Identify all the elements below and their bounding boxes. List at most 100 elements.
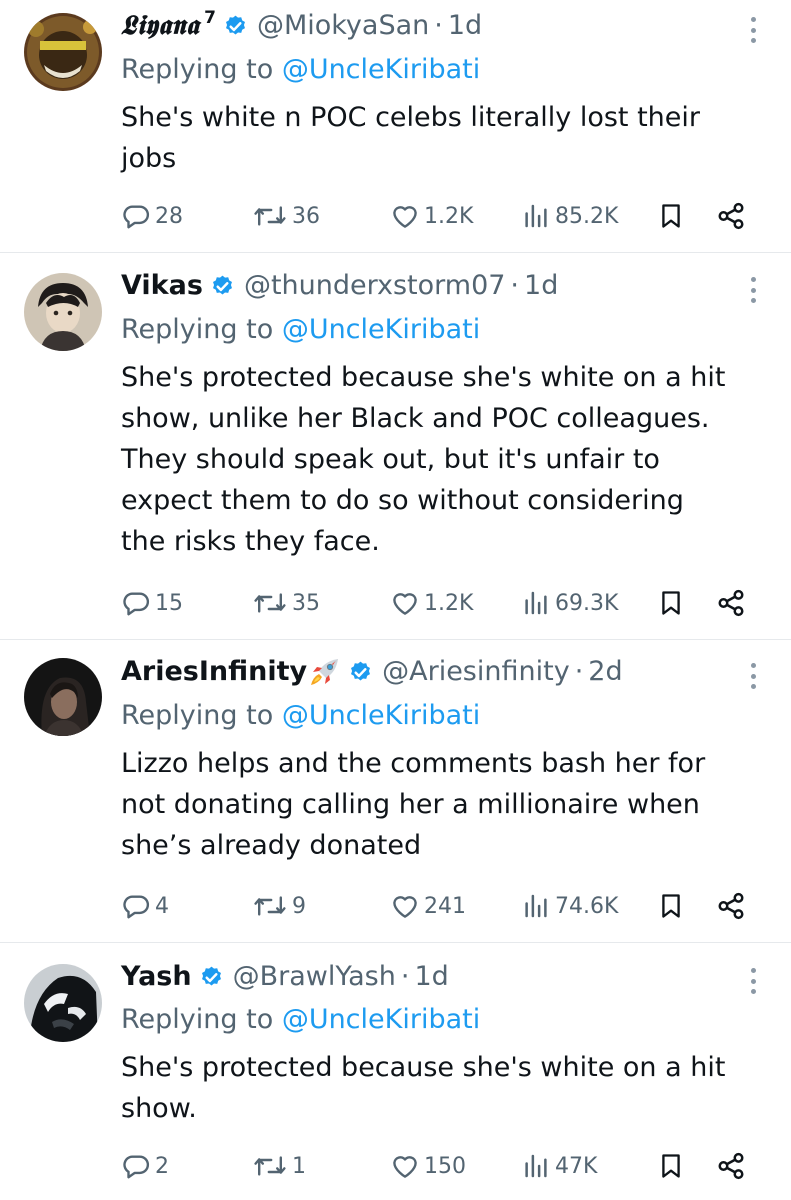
bookmark-button[interactable] — [657, 890, 685, 922]
tweet-text-line: Lizzo helps and the comments bash her fo… — [121, 748, 706, 779]
like-count: 241 — [424, 893, 466, 919]
reply-feed: 𝕷𝖎𝖞𝖆𝖓𝖆 7 @MiokyaSan · 1d Replying to @Un… — [0, 0, 791, 1200]
avatar[interactable] — [24, 658, 102, 736]
share-button[interactable] — [716, 200, 746, 232]
tweet-text: She's protected because she's white on a… — [121, 1047, 771, 1129]
views-button[interactable]: 69.3K — [521, 587, 618, 619]
reply-count: 4 — [155, 893, 169, 919]
replying-to: Replying to @UncleKiribati — [121, 699, 480, 733]
heart-icon — [390, 891, 420, 921]
retweet-count: 9 — [292, 893, 306, 919]
more-options-icon[interactable] — [747, 17, 759, 43]
retweet-button[interactable]: 36 — [252, 200, 320, 232]
more-options-icon[interactable] — [747, 663, 759, 689]
replying-to-label: Replying to — [121, 54, 274, 85]
handle[interactable]: @MiokyaSan — [257, 9, 429, 43]
reply-icon — [121, 588, 151, 618]
reply-count: 15 — [155, 590, 183, 616]
retweet-icon — [252, 588, 288, 618]
action-bar: 2 1 150 47K — [121, 1150, 761, 1182]
retweet-icon — [252, 1151, 288, 1181]
reply-icon — [121, 201, 151, 231]
handle[interactable]: @BrawlYash — [233, 960, 396, 994]
display-name[interactable]: AriesInfinity — [121, 655, 307, 689]
reply-button[interactable]: 28 — [121, 200, 183, 232]
share-button[interactable] — [716, 1150, 746, 1182]
verified-badge-icon — [223, 14, 248, 39]
timestamp[interactable]: 2d — [588, 655, 622, 689]
avatar[interactable] — [24, 273, 102, 351]
retweet-button[interactable]: 9 — [252, 890, 306, 922]
view-count: 69.3K — [555, 590, 619, 616]
reply-button[interactable]: 4 — [121, 890, 169, 922]
like-button[interactable]: 150 — [390, 1150, 466, 1182]
bookmark-icon — [657, 588, 685, 618]
analytics-icon — [521, 588, 551, 618]
timestamp[interactable]: 1d — [448, 9, 482, 43]
reply-mention-link[interactable]: @UncleKiribati — [282, 54, 480, 85]
share-icon — [716, 1151, 746, 1181]
views-button[interactable]: 85.2K — [521, 200, 618, 232]
tweet-text-line: She's protected because she's white on a… — [121, 1052, 726, 1083]
handle[interactable]: @thunderxstorm07 — [244, 269, 505, 303]
reply-mention-link[interactable]: @UncleKiribati — [282, 1004, 480, 1035]
like-count: 150 — [424, 1153, 466, 1179]
display-name-suffix: 7 — [204, 8, 216, 28]
verified-badge-icon — [210, 274, 235, 299]
timestamp[interactable]: 1d — [414, 960, 448, 994]
reply-count: 28 — [155, 203, 183, 229]
timestamp[interactable]: 1d — [524, 269, 558, 303]
reply-button[interactable]: 2 — [121, 1150, 169, 1182]
share-button[interactable] — [716, 890, 746, 922]
reply-mention-link[interactable]: @UncleKiribati — [282, 314, 480, 345]
retweet-button[interactable]: 1 — [252, 1150, 306, 1182]
tweet-text-line: she’s already donated — [121, 830, 422, 861]
retweet-button[interactable]: 35 — [252, 587, 320, 619]
bookmark-button[interactable] — [657, 1150, 685, 1182]
tweet-text: Lizzo helps and the comments bash her fo… — [121, 743, 771, 866]
bookmark-button[interactable] — [657, 200, 685, 232]
views-button[interactable]: 74.6K — [521, 890, 618, 922]
reply-mention-link[interactable]: @UncleKiribati — [282, 700, 480, 731]
heart-icon — [390, 588, 420, 618]
retweet-icon — [252, 201, 288, 231]
tweet-text: She's white n POC celebs literally lost … — [121, 97, 771, 179]
views-button[interactable]: 47K — [521, 1150, 597, 1182]
like-button[interactable]: 241 — [390, 890, 466, 922]
handle[interactable]: @Ariesinfinity — [382, 655, 570, 689]
like-button[interactable]: 1.2K — [390, 587, 473, 619]
avatar[interactable] — [24, 964, 102, 1042]
reply-icon — [121, 1151, 151, 1181]
tweet-text-line: not donating calling her a millionaire w… — [121, 789, 700, 820]
action-bar: 28 36 1.2K 85.2K — [121, 200, 761, 232]
share-button[interactable] — [716, 587, 746, 619]
reply-icon — [121, 891, 151, 921]
tweet[interactable]: AriesInfinity @Ariesinfinity · 2d Replyi… — [0, 640, 791, 943]
tweet[interactable]: Vikas @thunderxstorm07 · 1d Replying to … — [0, 253, 791, 640]
separator-dot: · — [574, 656, 584, 687]
tweet[interactable]: 𝕷𝖎𝖞𝖆𝖓𝖆 7 @MiokyaSan · 1d Replying to @Un… — [0, 0, 791, 253]
tweet-text-line: jobs — [121, 143, 177, 174]
avatar[interactable] — [24, 13, 102, 91]
retweet-count: 1 — [292, 1153, 306, 1179]
like-button[interactable]: 1.2K — [390, 200, 473, 232]
action-bar: 15 35 1.2K 69.3K — [121, 587, 761, 619]
display-name[interactable]: Vikas — [121, 269, 203, 303]
verified-badge-icon — [199, 965, 224, 990]
bookmark-icon — [657, 201, 685, 231]
display-name[interactable]: Yash — [121, 960, 192, 994]
reply-count: 2 — [155, 1153, 169, 1179]
retweet-count: 36 — [292, 203, 320, 229]
tweet-text-line: the risks they face. — [121, 526, 380, 557]
action-bar: 4 9 241 74.6K — [121, 890, 761, 922]
display-name[interactable]: 𝕷𝖎𝖞𝖆𝖓𝖆 — [121, 9, 199, 43]
reply-button[interactable]: 15 — [121, 587, 183, 619]
separator-dot: · — [510, 270, 520, 301]
tweet-text-line: expect them to do so without considering — [121, 485, 684, 516]
more-options-icon[interactable] — [747, 277, 759, 303]
tweet[interactable]: Yash @BrawlYash · 1d Replying to @UncleK… — [0, 943, 791, 1200]
more-options-icon[interactable] — [747, 968, 759, 994]
separator-dot: · — [434, 10, 443, 41]
bookmark-button[interactable] — [657, 587, 685, 619]
tweet-text-line: She's protected because she's white on a… — [121, 362, 726, 393]
